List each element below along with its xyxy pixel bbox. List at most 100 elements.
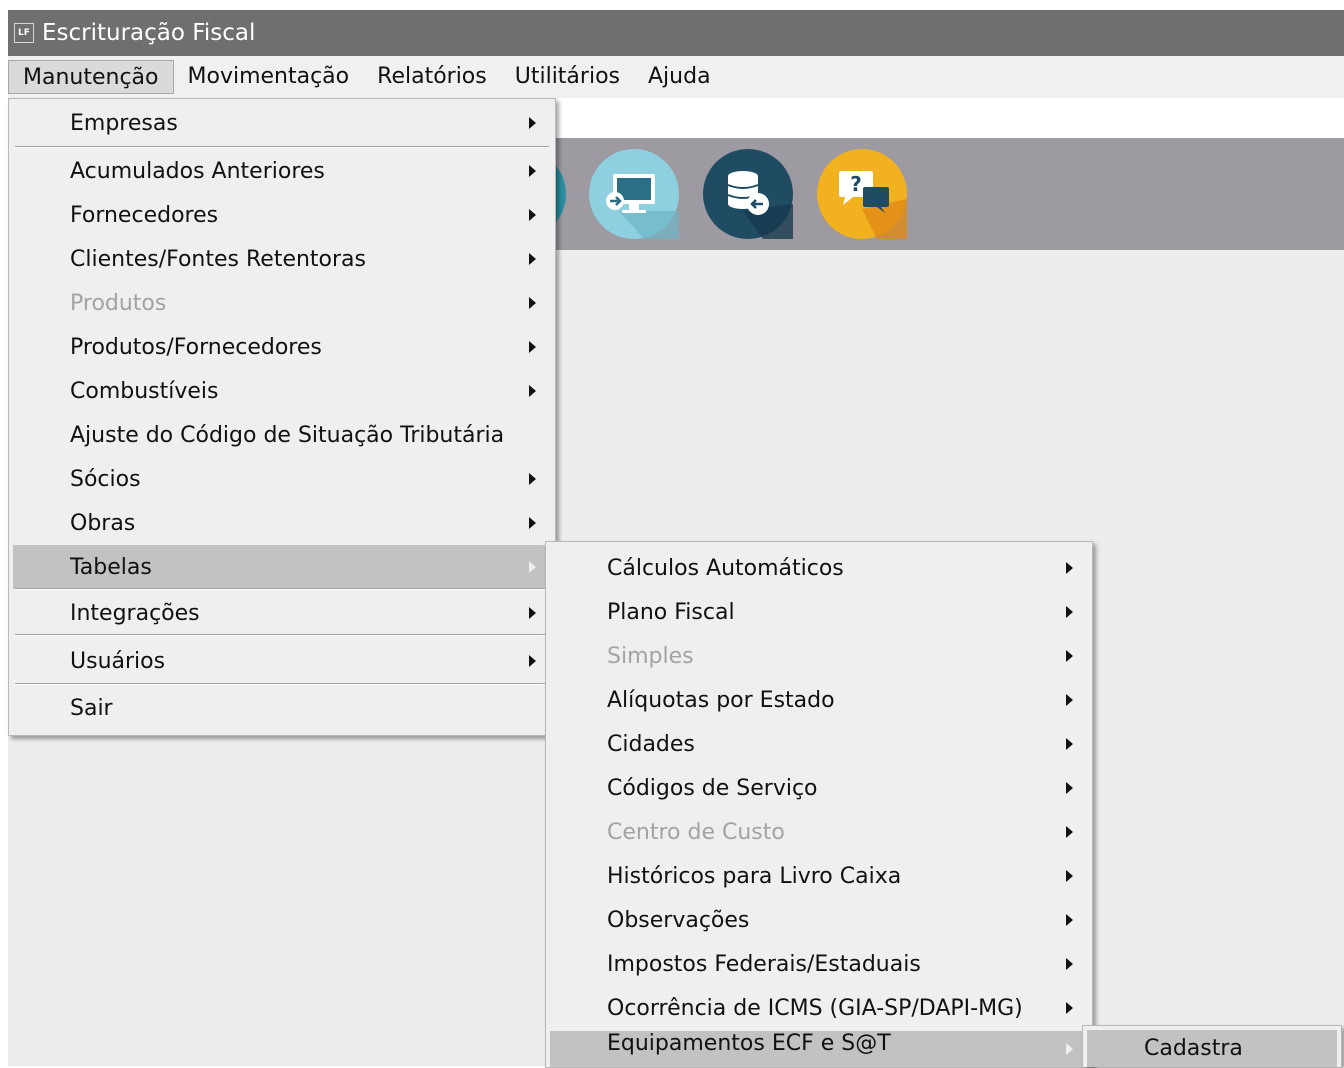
menu-separator (15, 683, 549, 685)
menu-item-socios[interactable]: Sócios (9, 457, 555, 501)
menu-item-label: Históricos para Livro Caixa (607, 863, 902, 889)
menu-utilitarios[interactable]: Utilitários (501, 60, 634, 94)
menu-item-historicos-livro-caixa[interactable]: Históricos para Livro Caixa (546, 854, 1092, 898)
submenu-arrow-icon (1066, 958, 1073, 970)
menu-item-label: Ajuste do Código de Situação Tributária (70, 422, 505, 448)
submenu-arrow-icon (1066, 1043, 1073, 1055)
menu-item-usuarios[interactable]: Usuários (9, 639, 555, 683)
submenu-arrow-icon (529, 341, 536, 353)
toolbar-button-help[interactable]: ? (817, 149, 907, 239)
submenu-arrow-icon (1066, 870, 1073, 882)
menu-item-label: Equipamentos ECF e S@T (607, 1031, 891, 1056)
menu-item-label: Produtos/Fornecedores (70, 334, 322, 360)
menu-bar: Manutenção Movimentação Relatórios Utili… (8, 56, 1344, 98)
menu-item-produtos: Produtos (9, 281, 555, 325)
submenu-arrow-icon (529, 209, 536, 221)
menu-item-label: Combustíveis (70, 378, 219, 404)
title-bar: LF Escrituração Fiscal (8, 10, 1344, 56)
menu-item-simples: Simples (546, 634, 1092, 678)
menu-item-calculos-automaticos[interactable]: Cálculos Automáticos (546, 546, 1092, 590)
menu-item-label: Simples (607, 643, 694, 669)
menu-item-produtos-fornecedores[interactable]: Produtos/Fornecedores (9, 325, 555, 369)
menu-ajuda[interactable]: Ajuda (634, 60, 725, 94)
menu-item-label: Sócios (70, 466, 141, 492)
svg-text:?: ? (850, 172, 862, 196)
menu-item-clientes-fontes[interactable]: Clientes/Fontes Retentoras (9, 237, 555, 281)
menu-item-impostos[interactable]: Impostos Federais/Estaduais (546, 942, 1092, 986)
menu-item-label: Acumulados Anteriores (70, 158, 325, 184)
menu-item-label: Usuários (70, 648, 166, 674)
menu-tabelas-submenu: Cálculos Automáticos Plano Fiscal Simple… (545, 541, 1093, 1068)
submenu-arrow-icon (1066, 826, 1073, 838)
menu-item-acumulados-anteriores[interactable]: Acumulados Anteriores (9, 149, 555, 193)
menu-item-cadastra[interactable]: Cadastra (1087, 1030, 1337, 1067)
menu-movimentacao[interactable]: Movimentação (174, 60, 364, 94)
menu-item-cidades[interactable]: Cidades (546, 722, 1092, 766)
submenu-arrow-icon (1066, 650, 1073, 662)
menu-item-equipamentos-ecf[interactable]: Equipamentos ECF e S@T (550, 1031, 1088, 1067)
menu-item-tabelas[interactable]: Tabelas (13, 545, 551, 589)
menu-item-obras[interactable]: Obras (9, 501, 555, 545)
menu-item-sair[interactable]: Sair (9, 686, 555, 730)
submenu-arrow-icon (1066, 914, 1073, 926)
menu-item-combustiveis[interactable]: Combustíveis (9, 369, 555, 413)
submenu-arrow-icon (1066, 562, 1073, 574)
menu-item-label: Sair (70, 695, 113, 721)
menu-separator (15, 634, 549, 636)
menu-item-label: Cadastra (1144, 1036, 1243, 1061)
submenu-arrow-icon (1066, 738, 1073, 750)
menu-separator (15, 146, 549, 148)
menu-item-ajuste-cst[interactable]: Ajuste do Código de Situação Tributária (9, 413, 555, 457)
menu-item-label: Códigos de Serviço (607, 775, 818, 801)
monitor-arrow-icon (589, 149, 679, 239)
app-icon: LF (14, 23, 34, 43)
menu-manutencao[interactable]: Manutenção (8, 60, 174, 94)
menu-item-label: Empresas (70, 110, 178, 136)
window-title: Escrituração Fiscal (42, 20, 256, 46)
menu-item-ocorrencia-icms[interactable]: Ocorrência de ICMS (GIA-SP/DAPI-MG) (546, 986, 1092, 1030)
submenu-arrow-icon (529, 561, 536, 573)
left-strip (0, 0, 8, 1066)
menu-manutencao-dropdown: Empresas Acumulados Anteriores Fornecedo… (8, 98, 556, 736)
toolbar-button-monitor[interactable] (589, 149, 679, 239)
menu-item-fornecedores[interactable]: Fornecedores (9, 193, 555, 237)
submenu-arrow-icon (1066, 606, 1073, 618)
submenu-arrow-icon (1066, 694, 1073, 706)
menu-item-aliquotas-estado[interactable]: Alíquotas por Estado (546, 678, 1092, 722)
menu-item-label: Centro de Custo (607, 819, 785, 845)
menu-item-codigos-servico[interactable]: Códigos de Serviço (546, 766, 1092, 810)
menu-item-label: Tabelas (70, 554, 152, 580)
submenu-arrow-icon (1066, 1002, 1073, 1014)
menu-item-label: Fornecedores (70, 202, 219, 228)
submenu-arrow-icon (529, 385, 536, 397)
menu-item-label: Observações (607, 907, 750, 933)
submenu-arrow-icon (1066, 782, 1073, 794)
toolbar-button-database[interactable] (703, 149, 793, 239)
submenu-arrow-icon (529, 165, 536, 177)
submenu-arrow-icon (529, 517, 536, 529)
menu-item-label: Plano Fiscal (607, 599, 735, 625)
menu-item-observacoes[interactable]: Observações (546, 898, 1092, 942)
menu-item-label: Cálculos Automáticos (607, 555, 844, 581)
submenu-arrow-icon (529, 117, 536, 129)
submenu-arrow-icon (529, 473, 536, 485)
submenu-arrow-icon (529, 253, 536, 265)
menu-item-label: Impostos Federais/Estaduais (607, 951, 921, 977)
menu-item-centro-custo: Centro de Custo (546, 810, 1092, 854)
submenu-arrow-icon (529, 297, 536, 309)
menu-item-label: Alíquotas por Estado (607, 687, 835, 713)
menu-item-label: Clientes/Fontes Retentoras (70, 246, 367, 272)
menu-item-label: Integrações (70, 600, 200, 626)
menu-item-label: Produtos (70, 290, 167, 316)
menu-item-label: Obras (70, 510, 136, 536)
menu-relatorios[interactable]: Relatórios (363, 60, 501, 94)
menu-item-label: Cidades (607, 731, 695, 757)
submenu-arrow-icon (529, 655, 536, 667)
database-arrow-icon (703, 149, 793, 239)
menu-item-integracoes[interactable]: Integrações (9, 591, 555, 635)
help-chat-icon: ? (817, 149, 907, 239)
menu-equipamentos-submenu: Cadastra (1082, 1025, 1342, 1067)
menu-item-empresas[interactable]: Empresas (9, 101, 555, 145)
menu-item-label: Ocorrência de ICMS (GIA-SP/DAPI-MG) (607, 995, 1023, 1021)
menu-item-plano-fiscal[interactable]: Plano Fiscal (546, 590, 1092, 634)
